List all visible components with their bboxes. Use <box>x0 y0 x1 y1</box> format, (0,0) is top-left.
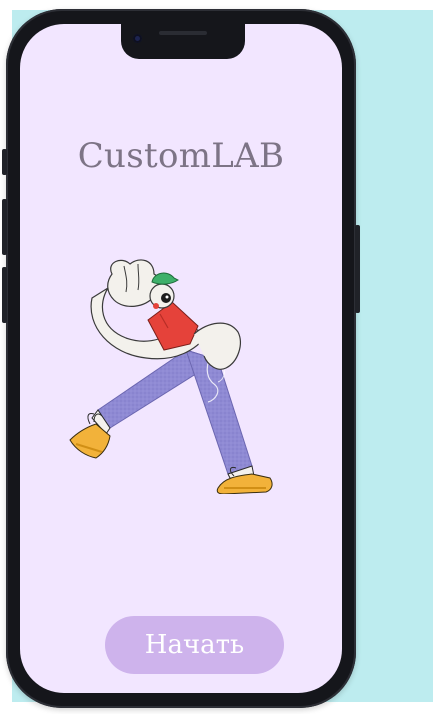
notch <box>121 24 245 59</box>
volume-down-button <box>2 267 7 323</box>
front-camera-icon <box>133 34 142 43</box>
volume-up-button <box>2 199 7 255</box>
power-button <box>355 225 360 313</box>
app-screen: CustomLAB Начать <box>20 24 342 693</box>
app-title: CustomLAB <box>77 136 285 176</box>
speaker-grille <box>159 31 207 35</box>
mute-switch <box>2 149 7 175</box>
walking-person-illustration <box>69 259 273 494</box>
start-button[interactable]: Начать <box>105 616 284 674</box>
phone-frame: CustomLAB Начать <box>2 9 360 708</box>
